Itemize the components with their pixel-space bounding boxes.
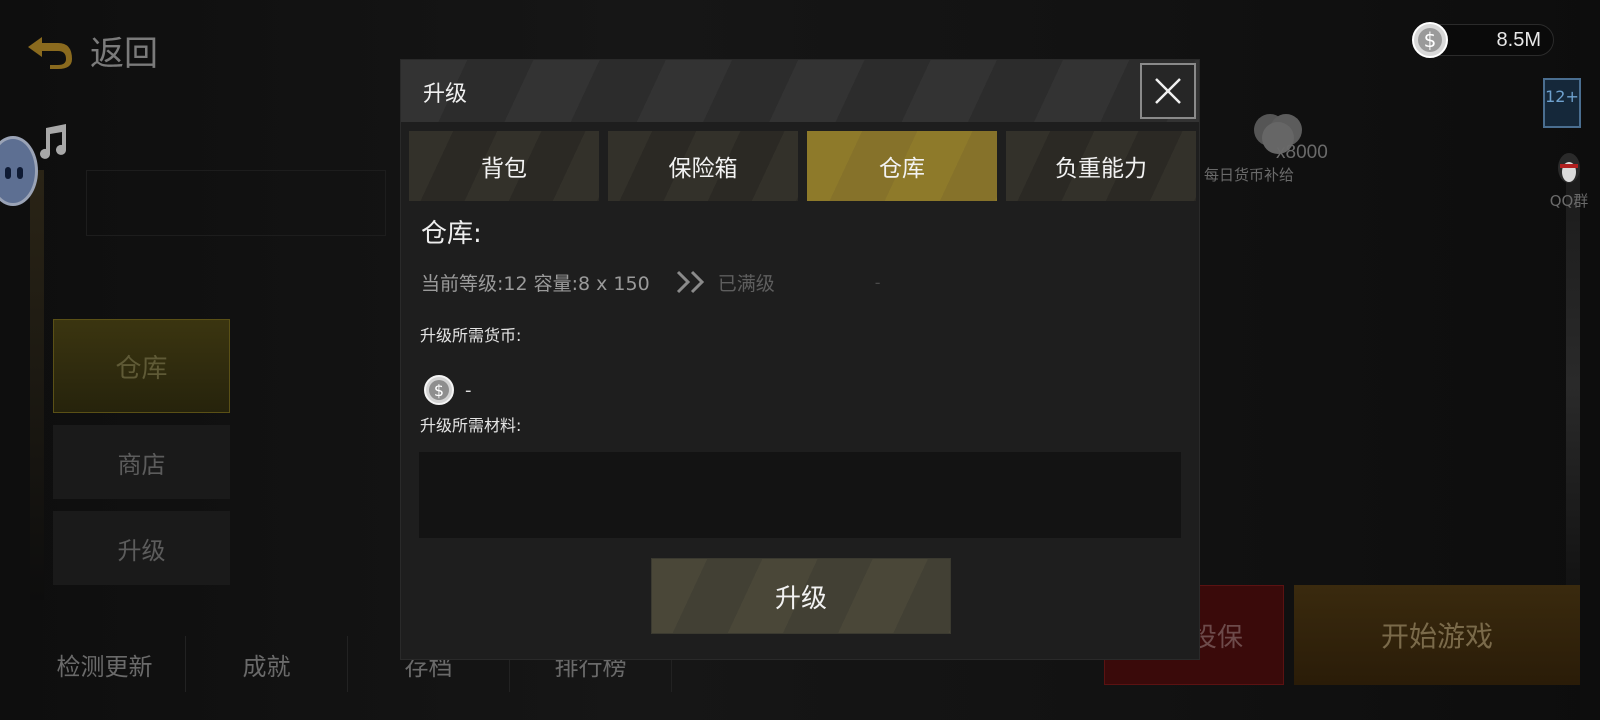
next-level-text: 已满级: [717, 272, 775, 295]
double-chevron-icon: [676, 270, 704, 294]
currency-display: $ 8.5M: [1412, 22, 1554, 58]
close-icon: [1155, 78, 1181, 104]
back-arrow-icon: [28, 36, 72, 69]
music-note-icon[interactable]: [32, 122, 72, 162]
section-title: 仓库:: [421, 219, 482, 249]
svg-text:$: $: [434, 381, 444, 400]
tab-carry-capacity[interactable]: 负重能力: [1006, 131, 1196, 201]
upgrade-tabs: 背包 保险箱 仓库 负重能力: [409, 131, 1196, 201]
currency-value: -: [465, 379, 472, 401]
bottom-nav-achievements[interactable]: 成就: [186, 636, 348, 692]
start-game-button[interactable]: 开始游戏: [1294, 585, 1580, 685]
materials-list: [419, 452, 1181, 538]
tab-warehouse[interactable]: 仓库: [807, 131, 997, 201]
upgrade-button[interactable]: 升级: [651, 558, 951, 634]
close-button[interactable]: [1140, 63, 1196, 119]
daily-reward-label: 每日货币补给: [1204, 166, 1295, 184]
back-button[interactable]: 返回: [24, 26, 158, 75]
age-rating-badge: 12+: [1543, 78, 1581, 128]
qq-group-label: QQ群: [1549, 192, 1589, 210]
daily-reward-count: x8000: [1276, 142, 1328, 163]
svg-text:$: $: [1424, 28, 1437, 52]
coin-icon: $: [1412, 22, 1448, 58]
required-currency: $ -: [423, 374, 472, 406]
upgrade-dialog: 升级 背包 保险箱 仓库 负重能力 仓库: 当前等级:12 容量:8 x 150…: [400, 59, 1200, 660]
tab-safe[interactable]: 保险箱: [608, 131, 798, 201]
back-label: 返回: [90, 34, 158, 74]
qq-penguin-icon: [1558, 153, 1580, 183]
dialog-header: 升级: [401, 60, 1199, 122]
background-panel: [86, 170, 386, 236]
currency-amount: 8.5M: [1496, 29, 1541, 51]
currency-label: 升级所需货币:: [420, 326, 522, 345]
side-menu: 仓库 商店 升级: [53, 319, 230, 597]
side-item-upgrade[interactable]: 升级: [53, 511, 230, 585]
bottom-nav-check-update[interactable]: 检测更新: [24, 636, 186, 692]
tab-backpack[interactable]: 背包: [409, 131, 599, 201]
coin-icon: $: [424, 375, 454, 405]
materials-label: 升级所需材料:: [420, 416, 522, 435]
side-item-warehouse[interactable]: 仓库: [53, 319, 230, 413]
current-level-text: 当前等级:12 容量:8 x 150: [421, 272, 650, 295]
next-level-value: -: [874, 272, 881, 292]
level-info: 当前等级:12 容量:8 x 150 已满级 -: [421, 268, 881, 296]
side-item-shop[interactable]: 商店: [53, 425, 230, 499]
qq-group-button[interactable]: QQ群: [1544, 150, 1594, 211]
dialog-title: 升级: [423, 82, 468, 107]
decor-frame-right: [1566, 170, 1580, 600]
decor-frame-left: [30, 170, 44, 600]
